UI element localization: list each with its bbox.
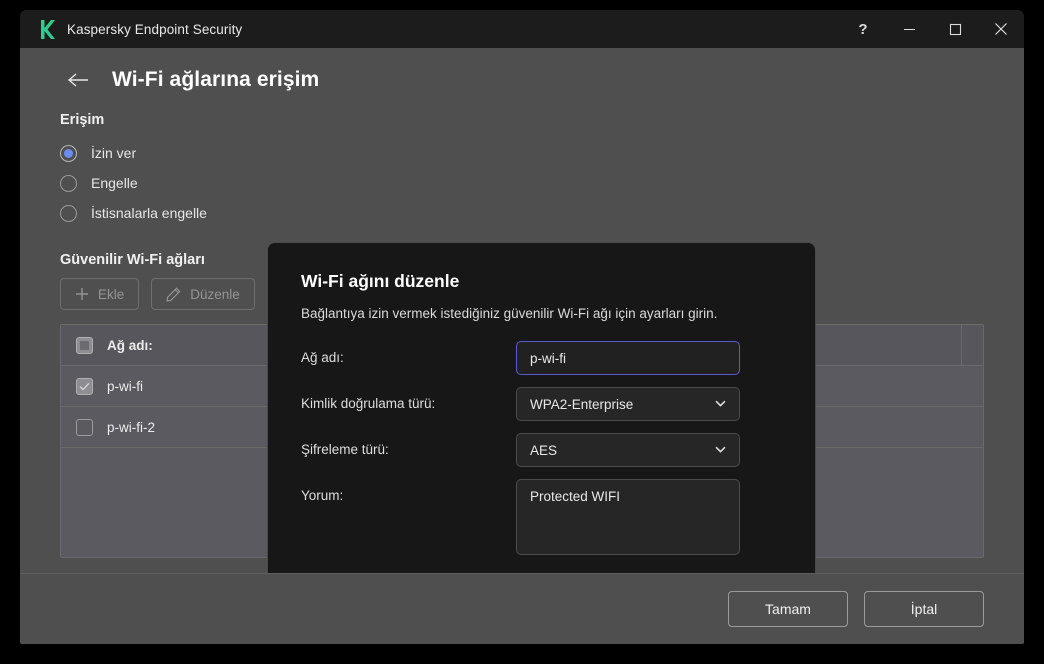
radio-block-with-exceptions[interactable]: İstisnalarla engelle (60, 198, 984, 228)
select-all-checkbox[interactable] (75, 336, 93, 354)
kaspersky-k-logo-icon (38, 19, 56, 40)
maximize-icon (949, 23, 962, 36)
edit-button[interactable]: Düzenle (151, 278, 255, 310)
add-button[interactable]: Ekle (60, 278, 140, 310)
chevron-down-icon (715, 399, 726, 410)
comment-input[interactable] (516, 479, 740, 555)
field-row-encryption-type: Şifreleme türü: AES (301, 433, 782, 467)
network-name-label: Ağ adı: (301, 350, 344, 365)
row-checkbox-cell[interactable] (61, 377, 107, 395)
title-bar: Kaspersky Endpoint Security ? (20, 10, 1024, 48)
row-checkbox-cell[interactable] (61, 418, 107, 436)
close-icon (994, 22, 1008, 36)
brand: Kaspersky Endpoint Security (20, 19, 242, 40)
close-button[interactable] (978, 10, 1024, 48)
field-row-network-name: Ağ adı: (301, 341, 782, 375)
content-area: Erişim İzin ver Engelle İstisnalarla eng… (20, 104, 1024, 573)
application-window: Kaspersky Endpoint Security ? Wi-Fi ağla… (20, 10, 1024, 644)
window-ok-button[interactable]: Tamam (728, 591, 848, 627)
minimize-button[interactable] (886, 10, 932, 48)
comment-label: Yorum: (301, 488, 344, 503)
radio-block-with-exceptions-mark (60, 204, 77, 222)
page-header: Wi-Fi ağlarına erişim (20, 56, 1024, 104)
window-controls: ? (840, 10, 1024, 48)
encryption-type-value: AES (530, 442, 558, 458)
back-button[interactable] (66, 68, 90, 92)
row-checkbox[interactable] (75, 377, 93, 395)
encryption-type-field-wrap: AES (516, 433, 782, 467)
help-button[interactable]: ? (840, 10, 886, 48)
field-row-comment: Yorum: (301, 479, 782, 560)
dialog-body: Wi-Fi ağını düzenle Bağlantıya izin verm… (268, 243, 815, 573)
dialog-subtitle: Bağlantıya izin vermek istediğiniz güven… (301, 306, 718, 321)
edit-wifi-dialog: Wi-Fi ağını düzenle Bağlantıya izin verm… (267, 242, 816, 573)
maximize-button[interactable] (932, 10, 978, 48)
radio-block-mark (60, 174, 77, 192)
header-checkbox-cell[interactable] (61, 336, 107, 354)
window-cancel-button[interactable]: İptal (864, 591, 984, 627)
radio-block-label: Engelle (91, 175, 138, 191)
auth-type-value: WPA2-Enterprise (530, 396, 634, 412)
access-section: Erişim İzin ver Engelle İstisnalarla eng… (60, 112, 984, 228)
row-checkbox[interactable] (75, 418, 93, 436)
comment-field-wrap (516, 479, 782, 560)
auth-type-select[interactable]: WPA2-Enterprise (516, 387, 740, 421)
chevron-down-icon (715, 445, 726, 456)
minimize-icon (903, 23, 916, 36)
dialog-title: Wi-Fi ağını düzenle (301, 271, 460, 291)
window-footer: Tamam İptal (20, 573, 1024, 644)
network-name-input[interactable] (516, 341, 740, 375)
add-button-label: Ekle (98, 286, 125, 302)
plus-icon (75, 287, 89, 301)
radio-block[interactable]: Engelle (60, 168, 984, 198)
app-title: Kaspersky Endpoint Security (67, 21, 243, 37)
radio-allow-mark (60, 144, 77, 162)
auth-type-label: Kimlik doğrulama türü: (301, 396, 436, 411)
pencil-icon (166, 286, 181, 302)
encryption-type-label: Şifreleme türü: (301, 442, 389, 457)
access-heading: Erişim (60, 112, 105, 128)
network-name-field-wrap (516, 341, 782, 375)
page-title: Wi-Fi ağlarına erişim (112, 68, 320, 91)
question-mark-icon: ? (858, 20, 868, 38)
radio-block-with-exceptions-label: İstisnalarla engelle (91, 205, 207, 221)
field-row-auth-type: Kimlik doğrulama türü: WPA2-Enterprise (301, 387, 782, 421)
edit-button-label: Düzenle (190, 286, 240, 302)
column-divider[interactable] (961, 325, 962, 365)
auth-type-field-wrap: WPA2-Enterprise (516, 387, 782, 421)
radio-allow[interactable]: İzin ver (60, 138, 984, 168)
encryption-type-select[interactable]: AES (516, 433, 740, 467)
radio-allow-label: İzin ver (91, 145, 137, 161)
